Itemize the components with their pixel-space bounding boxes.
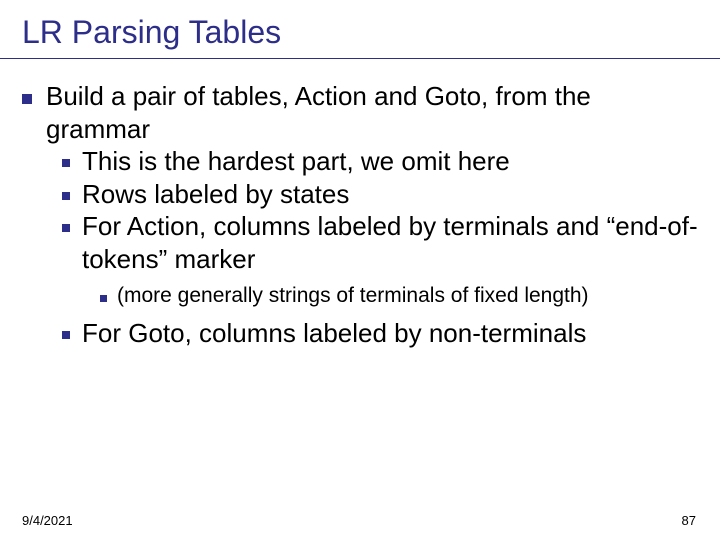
bullet-text: Build a pair of tables, Action and Goto,… [46, 80, 700, 145]
bullet-level3: (more generally strings of terminals of … [100, 283, 700, 309]
bullet-level2: For Action, columns labeled by terminals… [62, 210, 700, 275]
title-underline [0, 58, 720, 59]
content-area: Build a pair of tables, Action and Goto,… [22, 78, 700, 350]
bullet-text: (more generally strings of terminals of … [117, 283, 589, 309]
bullet-text: This is the hardest part, we omit here [82, 145, 510, 178]
bullet-level2: For Goto, columns labeled by non-termina… [62, 317, 700, 350]
bullet-text: For Goto, columns labeled by non-termina… [82, 317, 586, 350]
page-title: LR Parsing Tables [22, 14, 281, 51]
footer-date: 9/4/2021 [22, 513, 73, 528]
square-bullet-icon [62, 331, 70, 339]
bullet-level2: This is the hardest part, we omit here [62, 145, 700, 178]
bullet-text: Rows labeled by states [82, 178, 349, 211]
slide: LR Parsing Tables Build a pair of tables… [0, 0, 720, 540]
square-bullet-icon [22, 94, 32, 104]
bullet-text: For Action, columns labeled by terminals… [82, 210, 700, 275]
bullet-level1: Build a pair of tables, Action and Goto,… [22, 80, 700, 145]
page-number: 87 [682, 513, 696, 528]
square-bullet-icon [62, 224, 70, 232]
square-bullet-icon [100, 295, 107, 302]
bullet-level2: Rows labeled by states [62, 178, 700, 211]
square-bullet-icon [62, 192, 70, 200]
square-bullet-icon [62, 159, 70, 167]
